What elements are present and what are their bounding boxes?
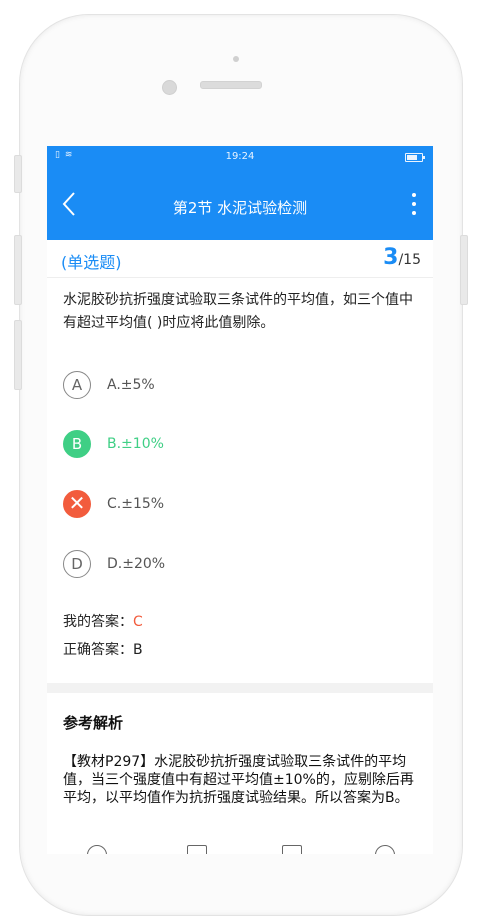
- option-a-text: A.±5%: [107, 377, 155, 393]
- front-camera: [162, 80, 177, 95]
- volume-down-button: [14, 320, 22, 390]
- status-time: 19:24: [225, 151, 255, 162]
- my-answer-value: C: [133, 614, 143, 630]
- toolbar-circle-icon[interactable]: [87, 845, 107, 854]
- earpiece-speaker: [200, 81, 262, 89]
- toolbar-triangle-icon[interactable]: [187, 845, 207, 854]
- mute-switch: [14, 155, 22, 193]
- correct-answer-label: 正确答案：: [63, 642, 133, 658]
- option-b[interactable]: B B.±10%: [63, 430, 363, 460]
- toolbar-square-icon[interactable]: [282, 845, 302, 854]
- option-b-text: B.±10%: [107, 436, 164, 452]
- navbar: 第2节 水泥试验检测: [47, 168, 433, 240]
- more-menu-button[interactable]: [409, 190, 419, 218]
- analysis-body: 【教材P297】水泥胶砂抗折强度试验取三条试件的平均值，当三个强度值中有超过平均…: [63, 754, 414, 806]
- option-a-marker: A: [63, 371, 91, 399]
- volume-up-button: [14, 235, 22, 305]
- question-counter: 3/15: [383, 245, 421, 270]
- option-c[interactable]: ✕ C.±15%: [63, 490, 363, 520]
- option-c-wrong-icon: ✕: [63, 490, 91, 518]
- more-dot-icon: [412, 202, 416, 206]
- option-c-text: C.±15%: [107, 496, 165, 512]
- status-bar: ▯ ≋ 19:24: [47, 146, 433, 168]
- total-questions: /15: [398, 252, 421, 268]
- proximity-sensor: [233, 56, 239, 62]
- option-a[interactable]: A A.±5%: [63, 371, 363, 401]
- section-gap: [47, 683, 433, 693]
- current-question-number: 3: [383, 245, 399, 270]
- correct-answer: 正确答案：B: [63, 639, 143, 659]
- my-answer: 我的答案：C: [63, 611, 143, 631]
- power-button: [460, 235, 468, 305]
- more-dot-icon: [412, 193, 416, 197]
- question-type-label: (单选题): [61, 253, 122, 272]
- option-d[interactable]: D D.±20%: [63, 550, 363, 580]
- toolbar-circle-icon[interactable]: [375, 845, 395, 854]
- option-d-marker: D: [63, 550, 91, 578]
- option-b-correct-marker: B: [63, 430, 91, 458]
- question-text: 水泥胶砂抗折强度试验取三条试件的平均值，如三个值中有超过平均值( )时应将此值剔…: [63, 292, 413, 331]
- divider: [47, 277, 433, 278]
- phone-screen: ▯ ≋ 19:24 第2节 水泥试验检测 (单选题) 3/15 水泥胶砂抗折强度…: [47, 146, 433, 854]
- battery-icon: [405, 153, 425, 162]
- correct-answer-value: B: [133, 642, 143, 658]
- page-title: 第2节 水泥试验检测: [172, 199, 308, 217]
- analysis-title: 参考解析: [63, 714, 124, 732]
- bottom-toolbar: [47, 841, 433, 854]
- more-dot-icon: [412, 211, 416, 215]
- option-d-text: D.±20%: [107, 556, 166, 572]
- my-answer-label: 我的答案：: [63, 614, 133, 630]
